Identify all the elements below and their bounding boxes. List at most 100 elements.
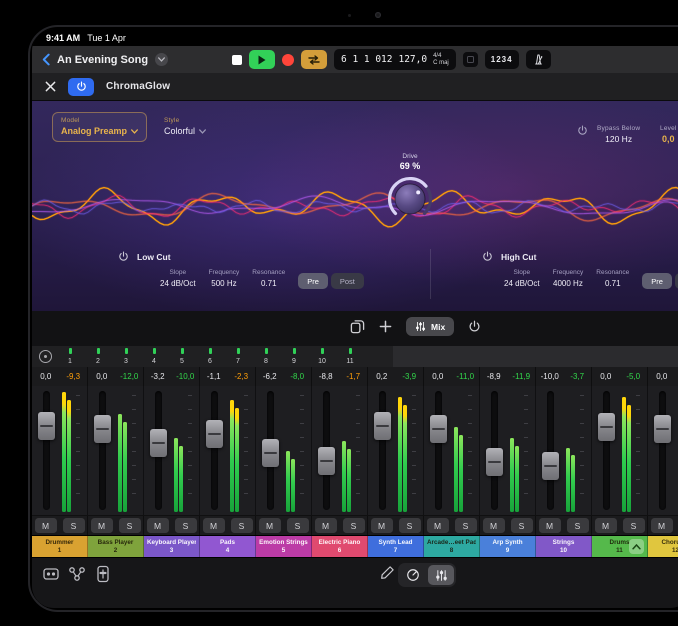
power-icon: [76, 81, 87, 92]
highcut-resonance[interactable]: Resonance 0.71: [596, 269, 629, 288]
track-tab[interactable]: Emotion Strings5: [256, 536, 312, 557]
mute-button[interactable]: M: [539, 518, 561, 533]
solo-button[interactable]: S: [567, 518, 589, 533]
volume-fader-handle[interactable]: [542, 452, 559, 480]
track-tab[interactable]: Electric Piano6: [312, 536, 368, 557]
mute-button[interactable]: M: [91, 518, 113, 533]
mute-button[interactable]: M: [315, 518, 337, 533]
channel-strip: [480, 386, 536, 515]
mute-button[interactable]: M: [147, 518, 169, 533]
mute-button[interactable]: M: [371, 518, 393, 533]
level-meter-left: [62, 392, 66, 512]
volume-fader-handle[interactable]: [486, 448, 503, 476]
mute-button[interactable]: M: [35, 518, 57, 533]
mixer-power-button[interactable]: [468, 320, 481, 333]
mute-button[interactable]: M: [483, 518, 505, 533]
style-selector[interactable]: Style Colorful: [164, 117, 206, 136]
solo-button[interactable]: S: [175, 518, 197, 533]
track-tab[interactable]: Arcade…eet Pad8: [424, 536, 480, 557]
channel-db-cell: -8,9-11,9: [480, 367, 536, 386]
volume-fader-handle[interactable]: [598, 413, 615, 441]
highcut-pre-button[interactable]: Pre: [642, 273, 672, 289]
solo-button[interactable]: S: [63, 518, 85, 533]
lowcut-slope[interactable]: Slope 24 dB/Oct: [160, 269, 196, 288]
volume-fader-handle[interactable]: [262, 439, 279, 467]
solo-button[interactable]: S: [455, 518, 477, 533]
track-tab[interactable]: Chorus V12: [648, 536, 678, 557]
volume-fader-handle[interactable]: [374, 412, 391, 440]
volume-fader-handle[interactable]: [206, 420, 223, 448]
lowcut-resonance[interactable]: Resonance 0.71: [252, 269, 285, 288]
bypass-control[interactable]: Bypass Below 120 Hz: [577, 125, 640, 144]
mute-button[interactable]: M: [595, 518, 617, 533]
high-cut-power-button[interactable]: [482, 251, 493, 262]
bar-number: 9: [280, 358, 308, 365]
count-in-button[interactable]: 1234: [485, 50, 519, 69]
volume-fader-handle[interactable]: [318, 447, 335, 475]
highcut-slope[interactable]: Slope 24 dB/Oct: [504, 269, 540, 288]
cycle-button[interactable]: [301, 50, 327, 69]
mute-button[interactable]: M: [427, 518, 449, 533]
bar-number: 6: [196, 358, 224, 365]
mute-button[interactable]: M: [203, 518, 225, 533]
lowcut-frequency[interactable]: Frequency 500 Hz: [209, 269, 240, 288]
knob-view-button[interactable]: [400, 565, 426, 585]
volume-fader-handle[interactable]: [654, 415, 671, 443]
volume-fader-handle[interactable]: [150, 429, 167, 457]
volume-fader-handle[interactable]: [94, 415, 111, 443]
low-cut-power-button[interactable]: [118, 251, 129, 262]
plugin-power-button[interactable]: [68, 78, 94, 96]
track-tab[interactable]: Drums11: [592, 536, 648, 557]
track-tab[interactable]: Pads4: [200, 536, 256, 557]
solo-button[interactable]: S: [287, 518, 309, 533]
back-button[interactable]: [42, 53, 50, 66]
stop-button[interactable]: [232, 55, 242, 65]
track-tab[interactable]: Arp Synth9: [480, 536, 536, 557]
solo-button[interactable]: S: [343, 518, 365, 533]
channel-strip-button[interactable]: [92, 563, 114, 585]
metronome-button[interactable]: [526, 50, 551, 69]
level-control[interactable]: Level 0,0: [660, 125, 677, 144]
solo-button[interactable]: S: [623, 518, 645, 533]
add-track-button[interactable]: [379, 320, 392, 333]
routing-button[interactable]: [66, 563, 88, 585]
lcd-display[interactable]: 6 1 1 012 127,0 4/4 C maj: [334, 49, 456, 70]
mute-button[interactable]: M: [651, 518, 673, 533]
mute-button[interactable]: M: [259, 518, 281, 533]
play-button[interactable]: [249, 50, 275, 69]
mixer-view-button[interactable]: [428, 565, 454, 585]
lowcut-post-button[interactable]: Post: [331, 273, 364, 289]
collapse-chevron-button[interactable]: [629, 539, 644, 554]
track-tab[interactable]: Strings10: [536, 536, 592, 557]
model-selector[interactable]: Model Analog Preamp: [52, 112, 147, 142]
duplicate-button[interactable]: [350, 319, 365, 334]
bar-ruler[interactable]: 1234567891011: [32, 346, 678, 367]
track-tab[interactable]: Bass Player2: [88, 536, 144, 557]
song-title[interactable]: An Evening Song: [57, 54, 148, 66]
level-meter-right: [515, 446, 519, 512]
close-plugin-button[interactable]: [45, 81, 56, 92]
smart-controls-button[interactable]: [40, 563, 62, 585]
solo-button[interactable]: S: [231, 518, 253, 533]
lowcut-pre-button[interactable]: Pre: [298, 273, 328, 289]
solo-button[interactable]: S: [511, 518, 533, 533]
channel-strip: [536, 386, 592, 515]
song-menu-button[interactable]: [155, 53, 168, 66]
mix-view-button[interactable]: Mix: [406, 317, 454, 336]
highcut-frequency[interactable]: Frequency 4000 Hz: [553, 269, 584, 288]
record-button[interactable]: [282, 54, 294, 66]
solo-button[interactable]: S: [119, 518, 141, 533]
volume-fader-handle[interactable]: [38, 412, 55, 440]
edit-pencil-button[interactable]: [380, 565, 395, 585]
drive-knob[interactable]: [384, 173, 436, 225]
track-tab[interactable]: Drummer1: [32, 536, 88, 557]
track-tab[interactable]: Keyboard Player3: [144, 536, 200, 557]
drive-control[interactable]: Drive 69 %: [375, 153, 445, 225]
volume-fader-handle[interactable]: [430, 415, 447, 443]
circle-dot-icon[interactable]: [39, 350, 52, 363]
level-meter-left: [510, 438, 514, 512]
track-tab[interactable]: Synth Lead7: [368, 536, 424, 557]
display-mode-button[interactable]: [463, 52, 478, 67]
level-label: Level: [660, 125, 677, 132]
solo-button[interactable]: S: [399, 518, 421, 533]
